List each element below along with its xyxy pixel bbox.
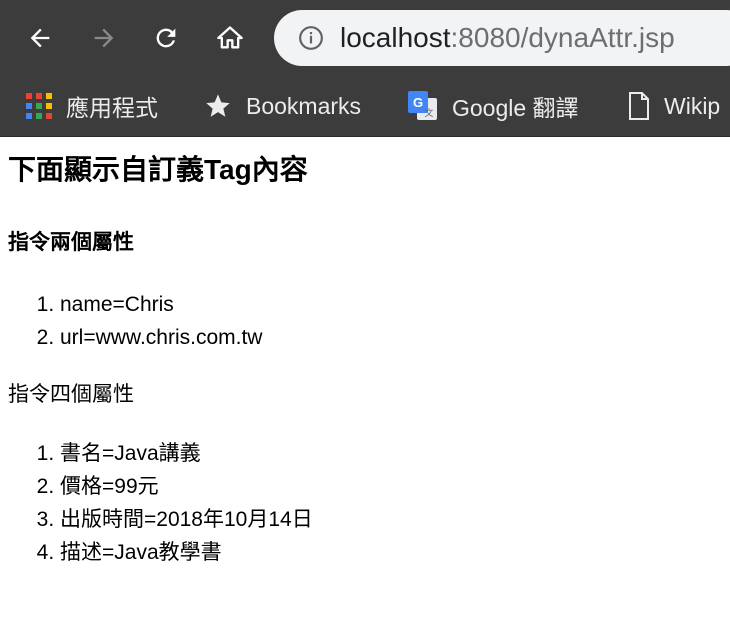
page-icon — [628, 92, 650, 120]
google-translate-icon: G 文 — [408, 91, 438, 121]
forward-arrow-icon — [94, 28, 114, 48]
bookmark-apps[interactable]: 應用程式 — [26, 90, 158, 122]
bookmark-label: Wikip — [664, 92, 721, 119]
section1-heading: 指令兩個屬性 — [8, 231, 134, 254]
list-item: 描述=Java教學書 — [60, 536, 722, 569]
bookmark-label: Google 翻譯 — [452, 95, 579, 121]
info-icon[interactable] — [296, 23, 326, 53]
bookmarks-bar: 應用程式 Bookmarks G 文 Google 翻譯 Wikip — [0, 76, 730, 137]
home-icon — [217, 26, 243, 49]
bookmark-wikipedia[interactable]: Wikip — [628, 90, 720, 122]
svg-text:G: G — [413, 95, 423, 110]
list-item: 出版時間=2018年10月14日 — [60, 503, 722, 536]
forward-button[interactable] — [84, 18, 124, 58]
apps-grid-icon — [26, 93, 52, 119]
url-host: localhost — [340, 22, 451, 53]
svg-text:文: 文 — [424, 107, 433, 119]
reload-button[interactable] — [146, 18, 186, 58]
back-arrow-icon — [30, 28, 50, 48]
browser-toolbar: localhost:8080/dynaAttr.jsp — [0, 0, 730, 76]
back-button[interactable] — [20, 18, 60, 58]
reload-icon — [156, 28, 176, 48]
url-path: :8080/dynaAttr.jsp — [450, 22, 675, 53]
bookmark-label: Bookmarks — [246, 92, 362, 119]
page-title: 下面顯示自訂義Tag內容 — [8, 154, 308, 185]
section2-list: 書名=Java講義 價格=99元 出版時間=2018年10月14日 描述=Jav… — [8, 437, 722, 569]
section2-heading: 指令四個屬性 — [8, 383, 134, 406]
bookmark-google-translate[interactable]: G 文 Google 翻譯 — [408, 90, 579, 122]
bookmark-bookmarks[interactable]: Bookmarks — [204, 90, 361, 122]
bookmark-label: 應用程式 — [66, 95, 158, 121]
home-button[interactable] — [210, 18, 250, 58]
section1-list: name=Chris url=www.chris.com.tw — [8, 288, 722, 354]
address-bar[interactable]: localhost:8080/dynaAttr.jsp — [274, 10, 730, 66]
list-item: 價格=99元 — [60, 470, 722, 503]
list-item: 書名=Java講義 — [60, 437, 722, 470]
url-text[interactable]: localhost:8080/dynaAttr.jsp — [340, 22, 675, 54]
list-item: name=Chris — [60, 288, 722, 321]
page-content: 下面顯示自訂義Tag內容 指令兩個屬性 name=Chris url=www.c… — [0, 153, 730, 569]
star-icon — [204, 92, 232, 120]
list-item: url=www.chris.com.tw — [60, 321, 722, 354]
